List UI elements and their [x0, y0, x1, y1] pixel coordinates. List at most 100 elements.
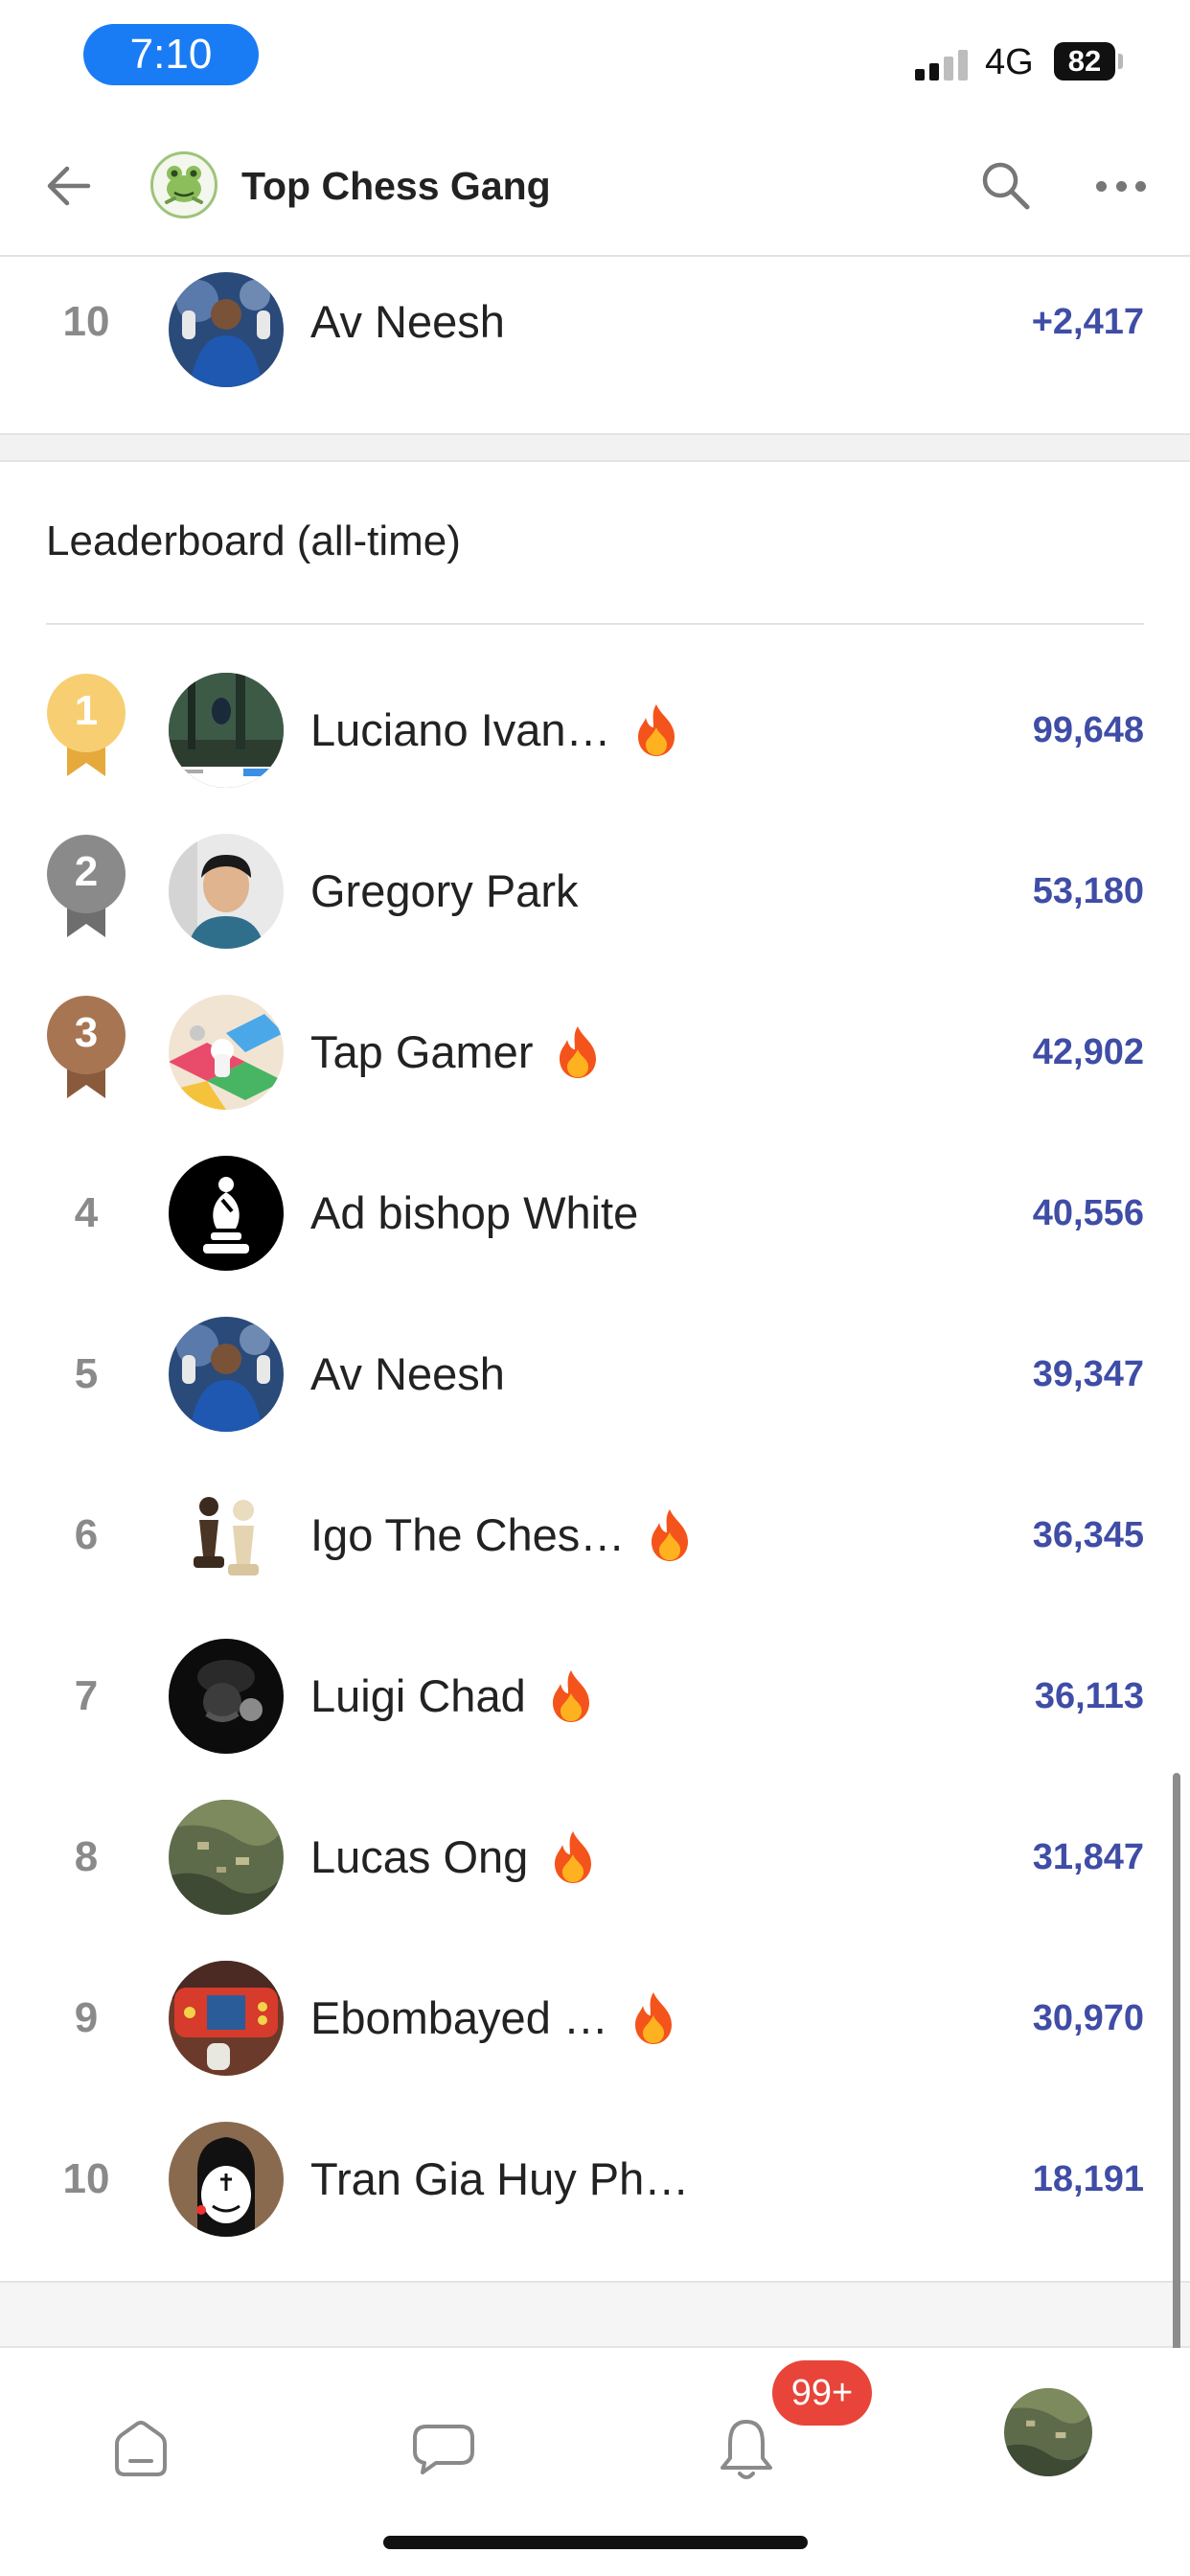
player-name: Luciano Ivan… — [310, 704, 611, 755]
group-title[interactable]: Top Chess Gang — [241, 159, 551, 213]
name-wrap: Av Neesh — [310, 1342, 505, 1407]
fire-icon — [637, 704, 675, 756]
tab-notifications[interactable] — [703, 2405, 790, 2492]
player-name: Av Neesh — [310, 1348, 505, 1399]
back-arrow-icon — [47, 166, 91, 206]
rank-number: 10 — [62, 298, 110, 345]
player-name: Igo The Ches… — [310, 1509, 626, 1560]
fire-icon — [555, 1831, 592, 1883]
avatar[interactable] — [169, 1478, 284, 1593]
tab-home[interactable] — [98, 2405, 184, 2492]
name-wrap: Luigi Chad — [310, 1664, 595, 1729]
name-wrap: Tran Gia Huy Ph… — [310, 2147, 689, 2212]
more-dot — [1135, 180, 1146, 192]
more-dots-icon — [1096, 180, 1107, 192]
player-name: Gregory Park — [310, 865, 579, 916]
rank-number: 6 — [74, 1511, 99, 1558]
rank-number: 8 — [74, 1833, 99, 1880]
tab-profile[interactable] — [1004, 2388, 1092, 2476]
section-separator — [0, 2281, 1190, 2348]
avatar[interactable] — [169, 673, 284, 788]
player-name: Ebombayed … — [310, 1992, 608, 2043]
player-points: 18,191 — [1032, 2159, 1144, 2199]
leaderboard-row[interactable]: 1 Luciano Ivan… 99,648 — [0, 650, 1190, 811]
player-name: Av Neesh — [310, 296, 505, 347]
fire-icon — [634, 1992, 672, 2044]
avatar[interactable] — [169, 1156, 284, 1271]
avatar[interactable] — [169, 995, 284, 1110]
avatar[interactable] — [169, 834, 284, 949]
player-name: Tran Gia Huy Ph… — [310, 2153, 690, 2204]
name-wrap: Ebombayed … — [310, 1986, 677, 2051]
rank-number: 1 — [74, 687, 99, 734]
divider — [46, 623, 1144, 625]
back-button[interactable] — [38, 155, 100, 217]
leaderboard-row[interactable]: 10 Tran Gia Huy Ph… 18,191 — [0, 2099, 1190, 2260]
signal-icon — [915, 50, 969, 80]
rank-number: 7 — [74, 1672, 99, 1719]
battery-cap — [1118, 54, 1123, 69]
leaderboard-row[interactable]: 2 Gregory Park 53,180 — [0, 811, 1190, 972]
tab-chat[interactable] — [400, 2405, 487, 2492]
player-name: Lucas Ong — [310, 1831, 529, 1882]
fire-icon — [552, 1670, 589, 1722]
leaderboard-row[interactable]: 8 Lucas Ong 31,847 — [0, 1777, 1190, 1938]
frog-icon — [165, 166, 203, 204]
player-points: 39,347 — [1032, 1354, 1144, 1394]
header: Top Chess Gang — [0, 115, 1190, 257]
name-wrap: Tap Gamer — [310, 1020, 602, 1085]
fire-icon — [652, 1509, 689, 1561]
player-points: 40,556 — [1032, 1193, 1144, 1233]
rank-number: 9 — [74, 1994, 99, 2041]
avatar[interactable] — [169, 1317, 284, 1432]
leaderboard-row[interactable]: 4 Ad bishop White 40,556 — [0, 1133, 1190, 1294]
search-button[interactable] — [975, 155, 1037, 217]
leaderboard-title: Leaderboard (all-time) — [46, 518, 461, 564]
notifications-badge: 99+ — [772, 2360, 872, 2426]
leaderboard-row[interactable]: 9 Ebombayed … 30,970 — [0, 1938, 1190, 2099]
player-points: 53,180 — [1032, 871, 1144, 911]
avatar[interactable] — [169, 1800, 284, 1915]
home-indicator — [383, 2536, 808, 2549]
battery-icon: 82 — [1054, 42, 1115, 80]
rank-number: 2 — [74, 848, 99, 895]
more-dot — [1115, 180, 1127, 192]
rank-number: 5 — [74, 1350, 99, 1397]
bell-icon — [721, 2420, 772, 2479]
player-points: 99,648 — [1032, 710, 1144, 750]
leaderboard-row[interactable]: 5 Av Neesh 39,347 — [0, 1294, 1190, 1455]
player-name: Ad bishop White — [310, 1187, 639, 1238]
status-time: 7:10 — [83, 24, 259, 85]
search-icon — [982, 162, 1030, 210]
network-label: 4G — [985, 42, 1034, 82]
previous-leaderboard-row[interactable]: 10 Av Neesh +2,417 — [0, 259, 1190, 435]
avatar[interactable] — [169, 272, 284, 387]
rank-number: 3 — [74, 1009, 99, 1056]
status-bar: 7:10 4G 82 — [0, 0, 1190, 115]
avatar[interactable] — [169, 1961, 284, 2076]
avatar[interactable] — [169, 2122, 284, 2237]
avatar[interactable] — [169, 1639, 284, 1754]
profile-avatar — [1004, 2388, 1092, 2476]
name-wrap: Av Neesh — [310, 289, 505, 355]
chat-icon — [413, 2425, 474, 2474]
player-points: 30,970 — [1032, 1998, 1144, 2038]
scrollbar[interactable] — [1173, 1773, 1180, 2415]
leaderboard-row[interactable]: 6 Igo The Ches… 36,345 — [0, 1455, 1190, 1616]
name-wrap: Gregory Park — [310, 859, 578, 924]
player-points: 42,902 — [1032, 1032, 1144, 1072]
name-wrap: Ad bishop White — [310, 1181, 638, 1246]
home-icon — [115, 2421, 167, 2476]
player-points: +2,417 — [1031, 302, 1144, 342]
name-wrap: Igo The Ches… — [310, 1503, 694, 1568]
rank-number: 10 — [62, 2155, 110, 2202]
leaderboard-row[interactable]: 3 Tap Gamer 42,902 — [0, 972, 1190, 1133]
name-wrap: Lucas Ong — [310, 1825, 597, 1890]
player-points: 31,847 — [1032, 1837, 1144, 1877]
more-button[interactable] — [1090, 155, 1152, 217]
leaderboard-row[interactable]: 7 Luigi Chad 36,113 — [0, 1616, 1190, 1777]
rank-number: 4 — [74, 1189, 99, 1236]
group-avatar[interactable] — [150, 151, 217, 218]
player-name: Tap Gamer — [310, 1026, 534, 1077]
player-points: 36,345 — [1032, 1515, 1144, 1555]
